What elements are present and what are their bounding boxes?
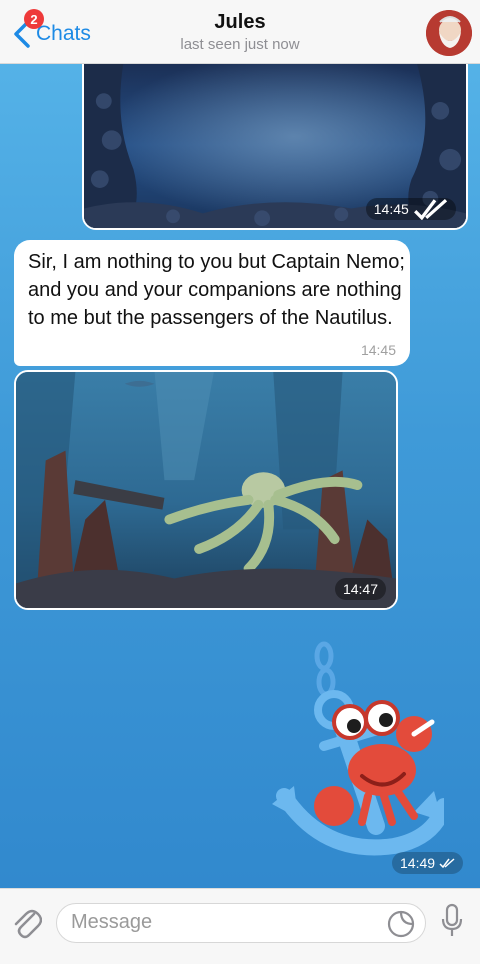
chat-title: Jules [214, 11, 266, 33]
crab-anchor-sticker[interactable] [264, 636, 452, 862]
chat-header: Chats 2 Jules last seen just now [0, 0, 480, 64]
message-input[interactable] [71, 904, 371, 940]
text-message-bubble[interactable]: Sir, I am nothing to you but Captain Nem… [14, 240, 410, 366]
chat-title-block[interactable]: Jules last seen just now [120, 9, 360, 55]
sticker-time: 14:49 [392, 852, 464, 874]
paperclip-icon[interactable] [12, 906, 42, 940]
input-bar [0, 888, 480, 964]
message-time: 14:45 [360, 342, 396, 358]
sticker-icon[interactable] [387, 910, 415, 938]
back-label: Chats [36, 22, 91, 45]
double-check-icon [413, 198, 447, 220]
chat-status: last seen just now [180, 36, 300, 53]
photo-message-underwater-cave[interactable]: 14:45 [82, 60, 468, 230]
message-time: 14:47 [334, 578, 386, 600]
double-check-icon [439, 858, 455, 868]
message-input-container [56, 903, 426, 943]
avatar[interactable] [426, 10, 472, 56]
back-button[interactable]: Chats 2 [8, 9, 108, 56]
unread-badge: 2 [24, 9, 44, 29]
message-text: Sir, I am nothing to you but Captain Nem… [28, 251, 405, 329]
microphone-icon[interactable] [440, 903, 464, 939]
photo-message-octopus[interactable]: 14:47 [14, 370, 398, 610]
message-time: 14:45 [365, 198, 456, 220]
